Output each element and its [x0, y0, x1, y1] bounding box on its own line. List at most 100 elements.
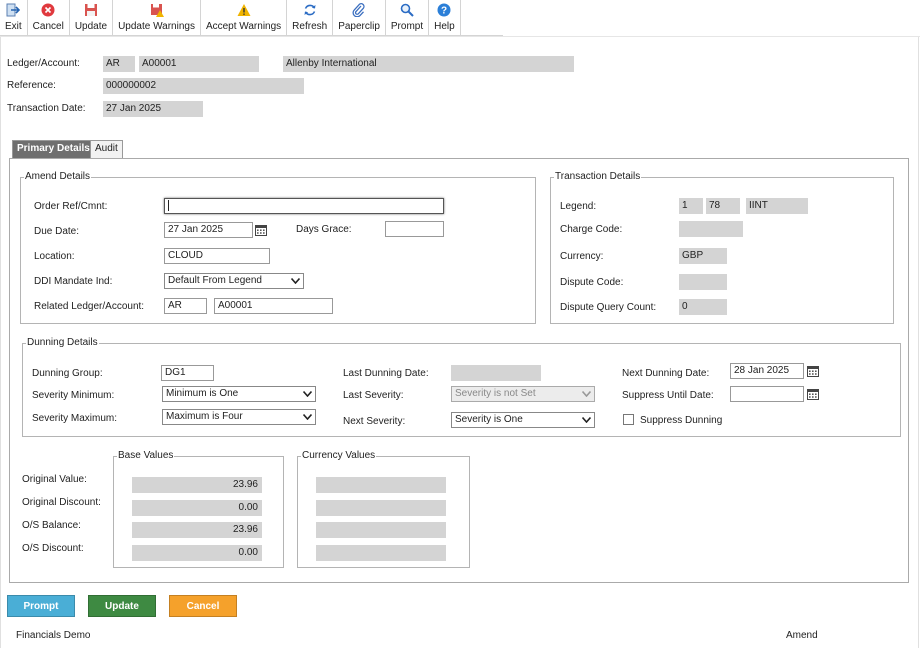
- severity-minimum-label: Severity Minimum:: [32, 390, 115, 401]
- os-discount-label: O/S Discount:: [22, 543, 84, 554]
- related-account-input[interactable]: A00001: [214, 298, 333, 314]
- chevron-down-icon: [581, 415, 591, 425]
- svg-text:?: ?: [441, 6, 447, 17]
- cancel-icon: [41, 3, 55, 17]
- accept-warnings-button[interactable]: Accept Warnings: [201, 0, 288, 35]
- calendar-icon[interactable]: [806, 387, 820, 401]
- base-os-discount: 0.00: [132, 545, 262, 561]
- text-cursor: [168, 199, 169, 211]
- footer-mode: Amend: [786, 630, 818, 641]
- base-values-legend: Base Values: [117, 450, 175, 462]
- legend-value-3: IINT: [746, 198, 808, 214]
- tab-audit[interactable]: Audit: [90, 140, 123, 158]
- help-icon: ?: [437, 3, 451, 17]
- dispute-count-value: 0: [679, 299, 727, 315]
- currency-os-balance: [316, 522, 446, 538]
- ledger-account-label: Ledger/Account:: [7, 58, 80, 69]
- order-ref-label: Order Ref/Cmnt:: [34, 201, 108, 212]
- currency-os-discount: [316, 545, 446, 561]
- paperclip-icon: [352, 3, 366, 17]
- last-severity-select: Severity is not Set: [451, 386, 595, 402]
- currency-value: GBP: [679, 248, 727, 264]
- location-input[interactable]: CLOUD: [164, 248, 270, 264]
- last-dunning-date-label: Last Dunning Date:: [343, 368, 429, 379]
- reference-label: Reference:: [7, 80, 56, 91]
- ddi-mandate-select[interactable]: Default From Legend: [164, 273, 304, 289]
- original-value-label: Original Value:: [22, 474, 87, 485]
- ddi-mandate-value: Default From Legend: [168, 275, 262, 286]
- currency-values-legend: Currency Values: [301, 450, 377, 462]
- account-value: A00001: [139, 56, 259, 72]
- last-severity-label: Last Severity:: [343, 390, 404, 401]
- charge-code-label: Charge Code:: [560, 224, 623, 235]
- calendar-icon[interactable]: [806, 364, 820, 378]
- legend-value-2: 78: [706, 198, 740, 214]
- due-date-input[interactable]: 27 Jan 2025: [164, 222, 253, 238]
- update-button[interactable]: Update: [70, 0, 114, 35]
- suppress-dunning-checkbox[interactable]: [623, 414, 634, 425]
- update-warnings-button[interactable]: Update Warnings: [113, 0, 201, 35]
- cancel-action-button[interactable]: Cancel: [169, 595, 237, 617]
- transaction-date-value: 27 Jan 2025: [103, 101, 203, 117]
- dunning-group-input[interactable]: DG1: [161, 365, 214, 381]
- transaction-details-legend: Transaction Details: [554, 171, 642, 183]
- reference-value: 000000002: [103, 78, 304, 94]
- chevron-down-icon: [581, 389, 591, 399]
- next-dunning-date-label: Next Dunning Date:: [622, 368, 710, 379]
- page-border-right: [918, 37, 919, 648]
- severity-maximum-select[interactable]: Maximum is Four: [162, 409, 316, 425]
- page-border-left: [0, 37, 1, 648]
- tab-primary-details[interactable]: Primary Details: [12, 140, 95, 158]
- refresh-icon: [303, 3, 317, 17]
- exit-icon: [6, 3, 21, 17]
- search-icon: [400, 3, 414, 17]
- footer-company: Financials Demo: [16, 630, 91, 641]
- ledger-value: AR: [103, 56, 135, 72]
- legend-label: Legend:: [560, 201, 597, 212]
- next-severity-value: Severity is One: [455, 414, 523, 425]
- days-grace-label: Days Grace:: [296, 224, 352, 235]
- calendar-icon[interactable]: [254, 223, 268, 237]
- charge-code-value: [679, 221, 743, 237]
- toolbar: Exit Cancel Update Update Warnings Accep…: [0, 0, 503, 36]
- order-ref-input[interactable]: [164, 198, 444, 214]
- update-action-button[interactable]: Update: [88, 595, 156, 617]
- os-balance-label: O/S Balance:: [22, 520, 81, 531]
- currency-original-discount: [316, 500, 446, 516]
- suppress-until-input[interactable]: [730, 386, 804, 402]
- suppress-dunning-label: Suppress Dunning: [640, 415, 723, 426]
- severity-maximum-value: Maximum is Four: [166, 411, 243, 422]
- help-button[interactable]: ? Help: [429, 0, 461, 35]
- prompt-button[interactable]: Prompt: [386, 0, 430, 35]
- chevron-down-icon: [302, 412, 312, 422]
- save-warning-icon: [150, 3, 164, 17]
- refresh-button[interactable]: Refresh: [287, 0, 334, 35]
- related-ledger-input[interactable]: AR: [164, 298, 207, 314]
- severity-minimum-value: Minimum is One: [166, 388, 239, 399]
- next-severity-label: Next Severity:: [343, 416, 406, 427]
- base-original-value: 23.96: [132, 477, 262, 493]
- ddi-mandate-label: DDI Mandate Ind:: [34, 276, 113, 287]
- chevron-down-icon: [290, 276, 300, 286]
- dispute-code-label: Dispute Code:: [560, 277, 624, 288]
- location-label: Location:: [34, 251, 75, 262]
- severity-minimum-select[interactable]: Minimum is One: [162, 386, 316, 402]
- amend-details-legend: Amend Details: [24, 171, 92, 183]
- exit-button[interactable]: Exit: [0, 0, 28, 35]
- dunning-details-legend: Dunning Details: [26, 337, 99, 349]
- prompt-action-button[interactable]: Prompt: [7, 595, 75, 617]
- base-original-discount: 0.00: [132, 500, 262, 516]
- dispute-code-value: [679, 274, 727, 290]
- severity-maximum-label: Severity Maximum:: [32, 413, 118, 424]
- cancel-button[interactable]: Cancel: [28, 0, 70, 35]
- paperclip-button[interactable]: Paperclip: [333, 0, 386, 35]
- next-dunning-date-input[interactable]: 28 Jan 2025: [730, 363, 804, 379]
- next-severity-select[interactable]: Severity is One: [451, 412, 595, 428]
- related-ledger-label: Related Ledger/Account:: [34, 301, 145, 312]
- days-grace-input[interactable]: [385, 221, 444, 237]
- last-dunning-date-value: [451, 365, 541, 381]
- base-os-balance: 23.96: [132, 522, 262, 538]
- chevron-down-icon: [302, 389, 312, 399]
- legend-value-1: 1: [679, 198, 703, 214]
- due-date-label: Due Date:: [34, 226, 80, 237]
